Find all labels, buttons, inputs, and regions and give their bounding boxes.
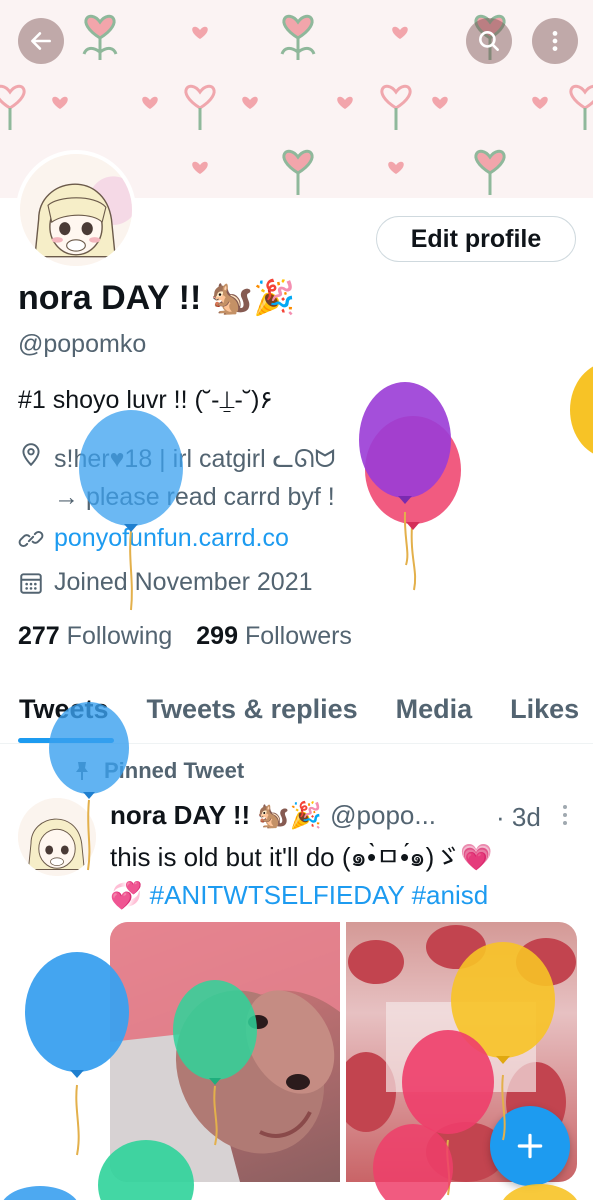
pin-icon	[76, 762, 88, 780]
calendar-icon	[20, 573, 42, 594]
pinned-indicator: Pinned Tweet	[70, 758, 244, 784]
tweet-author-handle[interactable]: @popo...	[330, 800, 436, 831]
tweet-author-name[interactable]: nora DAY !! 🐿️🎉	[110, 800, 322, 831]
tweet-image-1[interactable]	[110, 922, 340, 1182]
tweet-header: nora DAY !! 🐿️🎉 @popo...	[110, 800, 436, 831]
profile-bio: #1 shoyo luvr !! (˘-⍊-˘)۶	[18, 386, 273, 414]
compose-tweet-button[interactable]	[490, 1106, 570, 1186]
location-line-2: → please read carrd byf !	[54, 483, 335, 511]
balloon-yellow-edge	[570, 366, 593, 454]
tab-tweets-replies[interactable]: Tweets & replies	[128, 676, 377, 743]
tweet-timestamp[interactable]: · 3d	[496, 802, 541, 833]
followers-link[interactable]: 299 Followers	[196, 622, 352, 651]
profile-handle: @popomko	[18, 330, 147, 358]
search-icon	[479, 31, 499, 51]
followers-count: 299	[196, 622, 238, 650]
balloon-blue-4	[3, 1186, 77, 1200]
tab-tweets[interactable]: Tweets	[0, 676, 128, 743]
profile-tabs: Tweets Tweets & replies Media Likes	[0, 676, 593, 744]
tweet-emoji: 💞	[110, 880, 143, 910]
tweet-hashtags[interactable]: #ANITWTSELFIEDAY #anisd	[150, 880, 489, 910]
profile-location: s!her♥18 | irl catgirl ᓚᘏᗢ → please read…	[18, 440, 335, 516]
display-name: nora DAY !! 🐿️🎉	[18, 279, 296, 317]
pinned-label: Pinned Tweet	[104, 758, 245, 783]
tab-likes[interactable]: Likes	[491, 676, 593, 743]
location-pin-icon	[22, 443, 40, 467]
balloon-purple-1	[359, 382, 451, 566]
website-link[interactable]: ponyofunfun.carrd.co	[54, 524, 289, 553]
search-button[interactable]	[466, 18, 512, 64]
joined-date: Joined November 2021	[54, 568, 313, 596]
more-vertical-icon	[552, 31, 558, 51]
balloon-red-1	[365, 416, 461, 591]
profile-website: ponyofunfun.carrd.co	[18, 524, 289, 553]
edit-profile-button[interactable]: Edit profile	[376, 216, 576, 262]
tab-media[interactable]: Media	[377, 676, 492, 743]
profile-avatar[interactable]	[16, 150, 136, 270]
selfie-illustration	[110, 922, 340, 1182]
plus-icon	[517, 1133, 543, 1159]
following-count: 277	[18, 622, 60, 650]
following-label: Following	[66, 622, 173, 650]
tweet-avatar-illustration	[18, 798, 96, 876]
more-button[interactable]	[532, 18, 578, 64]
balloon-yellow-2	[503, 1184, 577, 1200]
tweet-text-line-1: this is old but it'll do (๑•̀ㅁ•́๑)ゞ💗	[110, 842, 493, 872]
following-link[interactable]: 277 Following	[18, 622, 172, 651]
tweet-more-icon[interactable]	[560, 804, 570, 826]
back-button[interactable]	[18, 18, 64, 64]
tweet-avatar[interactable]	[18, 798, 96, 876]
link-icon	[18, 530, 44, 548]
tweet-text: this is old but it'll do (๑•̀ㅁ•́๑)ゞ💗 💞 #…	[110, 838, 580, 914]
followers-label: Followers	[244, 622, 352, 650]
follow-stats: 277 Following 299 Followers	[18, 622, 352, 651]
avatar-illustration	[20, 154, 132, 266]
profile-joined: Joined November 2021	[18, 568, 313, 597]
back-arrow-icon	[31, 32, 51, 50]
location-line-1: s!her♥18 | irl catgirl ᓚᘏᗢ	[54, 445, 336, 473]
